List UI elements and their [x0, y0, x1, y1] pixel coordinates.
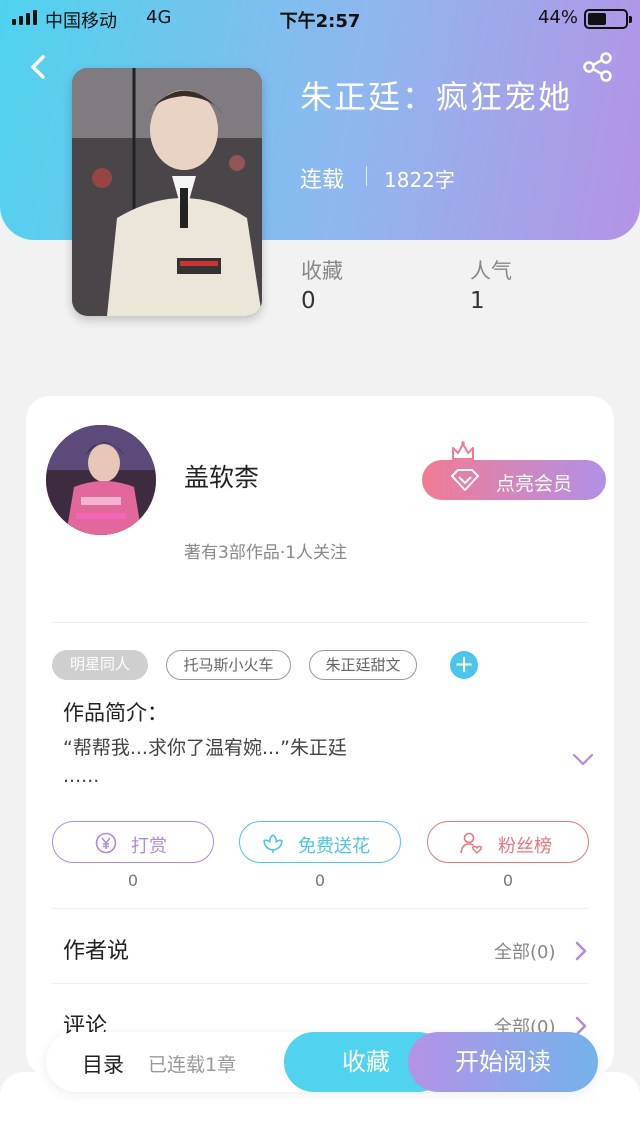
- book-title: 朱正廷：疯狂宠她: [300, 78, 573, 116]
- add-tag-button[interactable]: +: [450, 651, 478, 679]
- stat-value-favorites: 0: [301, 288, 316, 314]
- flower-icon: [263, 834, 283, 853]
- intro-title: 作品简介：: [63, 701, 168, 725]
- chapter-count: 已连载1章: [148, 1054, 237, 1076]
- fan-ranking-button[interactable]: 粉丝榜: [427, 821, 589, 863]
- tip-count: 0: [127, 871, 139, 890]
- author-notes-all-link[interactable]: 全部(0): [494, 938, 556, 964]
- flower-count: 0: [314, 871, 326, 890]
- send-flower-label: 免费送花: [298, 836, 370, 857]
- status-bar: 中国移动 4G 下午2:57 44%: [0, 0, 640, 36]
- battery-icon: [584, 9, 632, 29]
- author-notes-title: 作者说: [63, 939, 130, 964]
- yen-coin-icon: [95, 832, 117, 854]
- chevron-right-icon[interactable]: [574, 940, 588, 962]
- send-flower-button[interactable]: 免费送花: [239, 821, 401, 863]
- divider: [52, 908, 588, 909]
- tag-chip[interactable]: 托马斯小火车: [166, 650, 291, 680]
- author-avatar[interactable]: [46, 425, 156, 535]
- stat-value-popularity: 1: [470, 288, 485, 314]
- intro-text: “帮帮我...求你了温宥婉...”朱正廷 ......: [63, 734, 347, 790]
- divider: [52, 983, 588, 984]
- meta-divider: [366, 166, 367, 186]
- user-heart-icon: [460, 832, 482, 854]
- tip-button[interactable]: 打赏: [52, 821, 214, 863]
- stat-label-favorites: 收藏: [301, 259, 343, 283]
- tag-chip[interactable]: 明星同人: [52, 650, 148, 680]
- vip-button-label: 点亮会员: [496, 473, 573, 495]
- divider: [52, 622, 588, 623]
- word-count: 1822字: [384, 168, 455, 192]
- intro-line: “帮帮我...求你了温宥婉...”朱正廷: [63, 737, 347, 759]
- toc-button[interactable]: 目录: [82, 1049, 124, 1079]
- crown-icon: [452, 441, 474, 460]
- tag-chip[interactable]: 朱正廷甜文: [309, 650, 417, 680]
- battery-percent: 44%: [537, 7, 578, 28]
- chevron-left-icon[interactable]: [24, 52, 54, 82]
- book-cover-image[interactable]: [72, 68, 262, 316]
- intro-line: ......: [63, 765, 100, 787]
- stat-label-popularity: 人气: [470, 259, 512, 283]
- avatar-illustration: [46, 425, 156, 535]
- cover-illustration: [72, 68, 262, 316]
- chevron-down-icon[interactable]: [572, 753, 594, 767]
- fan-count: 0: [502, 871, 514, 890]
- diamond-icon: [451, 469, 479, 491]
- author-meta: 著有3部作品·1人关注: [184, 543, 348, 563]
- vip-activate-button[interactable]: 点亮会员: [422, 460, 606, 500]
- tip-label: 打赏: [131, 836, 167, 857]
- fan-ranking-label: 粉丝榜: [498, 836, 552, 857]
- start-reading-button[interactable]: 开始阅读: [408, 1032, 598, 1092]
- author-name[interactable]: 盖软柰: [184, 458, 259, 494]
- book-status: 连载: [300, 168, 345, 193]
- share-icon[interactable]: [582, 52, 614, 82]
